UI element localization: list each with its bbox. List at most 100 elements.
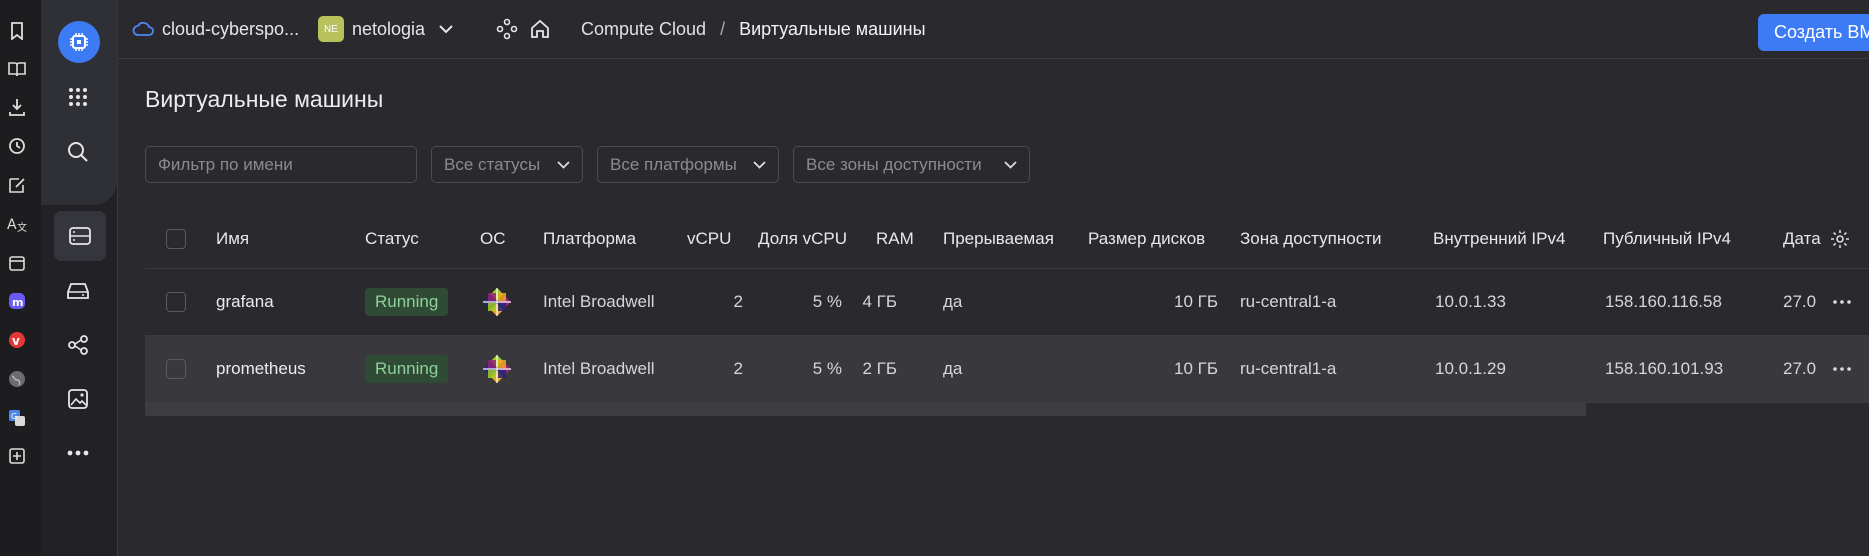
column-header[interactable]: ОС	[480, 210, 506, 268]
app-navigation	[41, 0, 118, 556]
row-checkbox[interactable]	[166, 292, 186, 312]
column-header[interactable]: Размер дисков	[1088, 210, 1205, 268]
vm-vcpu: 2	[733, 359, 743, 378]
folder-badge: NE	[318, 16, 344, 42]
vm-date: 27.0	[1783, 292, 1817, 311]
chevron-down-icon	[753, 160, 766, 169]
column-header[interactable]: Имя	[216, 210, 249, 268]
vm-internal-ip: 10.0.1.29	[1435, 359, 1506, 378]
centos-icon	[480, 269, 514, 335]
name-filter-placeholder: Фильтр по имени	[158, 154, 293, 174]
row-checkbox[interactable]	[166, 359, 186, 379]
vm-public-ip: 158.160.116.58	[1605, 292, 1722, 311]
column-settings-icon[interactable]	[1830, 210, 1850, 268]
name-filter-input[interactable]: Фильтр по имени	[145, 146, 417, 183]
vm-vcpu-share: 5 %	[812, 292, 842, 311]
table-row[interactable]: grafana Running Intel Broadwell 2 5 % 4 …	[145, 269, 1869, 336]
zone-filter-select[interactable]: Все зоны доступности	[793, 146, 1030, 183]
history-icon[interactable]	[6, 135, 28, 157]
column-header[interactable]: RAM	[876, 210, 914, 268]
compute-cloud-icon[interactable]	[58, 21, 100, 63]
download-icon[interactable]	[6, 96, 28, 118]
calendar-icon[interactable]	[6, 252, 28, 274]
breadcrumb: Compute Cloud / Виртуальные машины	[581, 0, 926, 58]
network-icon[interactable]	[57, 324, 99, 366]
table-header-row: Имя Статус ОС Платформа vCPU Доля vCPU R…	[145, 210, 1869, 269]
chevron-down-icon	[1004, 160, 1017, 169]
disk-icon[interactable]	[57, 270, 99, 312]
search-icon[interactable]	[57, 131, 99, 173]
vm-internal-ip: 10.0.1.33	[1435, 292, 1506, 311]
all-services-icon[interactable]	[57, 76, 99, 118]
vm-public-ip: 158.160.101.93	[1605, 359, 1724, 378]
more-icon[interactable]	[57, 432, 99, 474]
column-header[interactable]: Доля vCPU	[758, 210, 847, 268]
status-badge: Running	[365, 288, 449, 316]
horizontal-scrollbar[interactable]	[145, 402, 1586, 416]
cloud-icon	[132, 21, 154, 37]
mastodon-icon[interactable]: m	[6, 290, 28, 312]
row-menu-icon[interactable]	[1833, 336, 1851, 402]
svg-text:文: 文	[17, 221, 27, 233]
select-all-checkbox[interactable]	[166, 229, 186, 249]
home-icon[interactable]	[530, 0, 550, 58]
table-row[interactable]: prometheus Running Intel Broadwell 2 5 %…	[145, 336, 1869, 403]
status-filter-select[interactable]: Все статусы	[431, 146, 583, 183]
breadcrumb-separator: /	[720, 18, 726, 39]
platform-filter-value: Все платформы	[610, 154, 737, 174]
image-icon[interactable]	[57, 378, 99, 420]
column-header[interactable]: vCPU	[687, 210, 731, 268]
status-badge: Running	[365, 355, 449, 383]
column-header[interactable]: Внутренний IPv4	[1433, 210, 1565, 268]
vm-zone: ru-central1-a	[1240, 292, 1337, 311]
vm-ram: 4 ГБ	[862, 292, 897, 311]
vm-zone: ru-central1-a	[1240, 359, 1337, 378]
column-header[interactable]: Публичный IPv4	[1603, 210, 1731, 268]
platform-filter-select[interactable]: Все платформы	[597, 146, 779, 183]
browser-sidebar: A文 m v G	[0, 0, 42, 556]
column-header[interactable]: Дата	[1783, 210, 1825, 268]
row-menu-icon[interactable]	[1833, 269, 1851, 335]
svg-text:A: A	[7, 217, 17, 233]
page-title: Виртуальные машины	[145, 86, 384, 112]
notes-icon[interactable]	[6, 174, 28, 196]
vm-date: 27.0	[1783, 359, 1817, 378]
column-header[interactable]: Прерываемая	[943, 210, 1054, 268]
vivaldi-icon[interactable]: v	[6, 329, 28, 351]
cloud-name: cloud-cyberspo...	[162, 18, 300, 39]
bookmark-icon[interactable]	[6, 20, 28, 42]
vm-ram: 2 ГБ	[862, 359, 897, 378]
vm-name[interactable]: grafana	[216, 269, 274, 335]
google-translate-icon[interactable]: G	[6, 407, 28, 429]
column-header[interactable]: Зона доступности	[1240, 210, 1381, 268]
add-panel-icon[interactable]	[6, 445, 28, 467]
centos-icon	[480, 336, 514, 402]
breadcrumb-service[interactable]: Compute Cloud	[581, 19, 706, 40]
reader-icon[interactable]	[6, 58, 28, 80]
globe-icon[interactable]	[6, 368, 28, 390]
vm-icon[interactable]	[54, 211, 106, 261]
vm-disk-size: 10 ГБ	[1174, 292, 1218, 311]
column-header[interactable]: Статус	[365, 210, 419, 268]
column-header[interactable]: Платформа	[543, 210, 636, 268]
breadcrumb-current: Виртуальные машины	[739, 18, 926, 39]
status-filter-value: Все статусы	[444, 154, 541, 174]
top-bar: cloud-cyberspo... NE netologia Compute C…	[118, 0, 1869, 59]
vm-preemptible: да	[943, 359, 963, 378]
service-map-icon[interactable]	[496, 0, 518, 58]
folder-selector[interactable]: NE netologia	[318, 0, 453, 58]
vm-platform: Intel Broadwell	[543, 292, 655, 311]
chevron-down-icon	[557, 160, 570, 169]
translate-icon[interactable]: A文	[6, 213, 28, 235]
vm-name[interactable]: prometheus	[216, 336, 306, 402]
folder-name: netologia	[352, 18, 426, 39]
svg-text:m: m	[12, 296, 23, 309]
vm-preemptible: да	[943, 292, 963, 311]
vm-disk-size: 10 ГБ	[1174, 359, 1218, 378]
svg-text:v: v	[12, 334, 20, 348]
cloud-selector[interactable]: cloud-cyberspo...	[132, 0, 299, 58]
zone-filter-value: Все зоны доступности	[806, 154, 982, 174]
chevron-down-icon[interactable]	[439, 24, 453, 34]
vm-platform: Intel Broadwell	[543, 359, 655, 378]
create-vm-button[interactable]: Создать ВМ	[1758, 14, 1869, 51]
